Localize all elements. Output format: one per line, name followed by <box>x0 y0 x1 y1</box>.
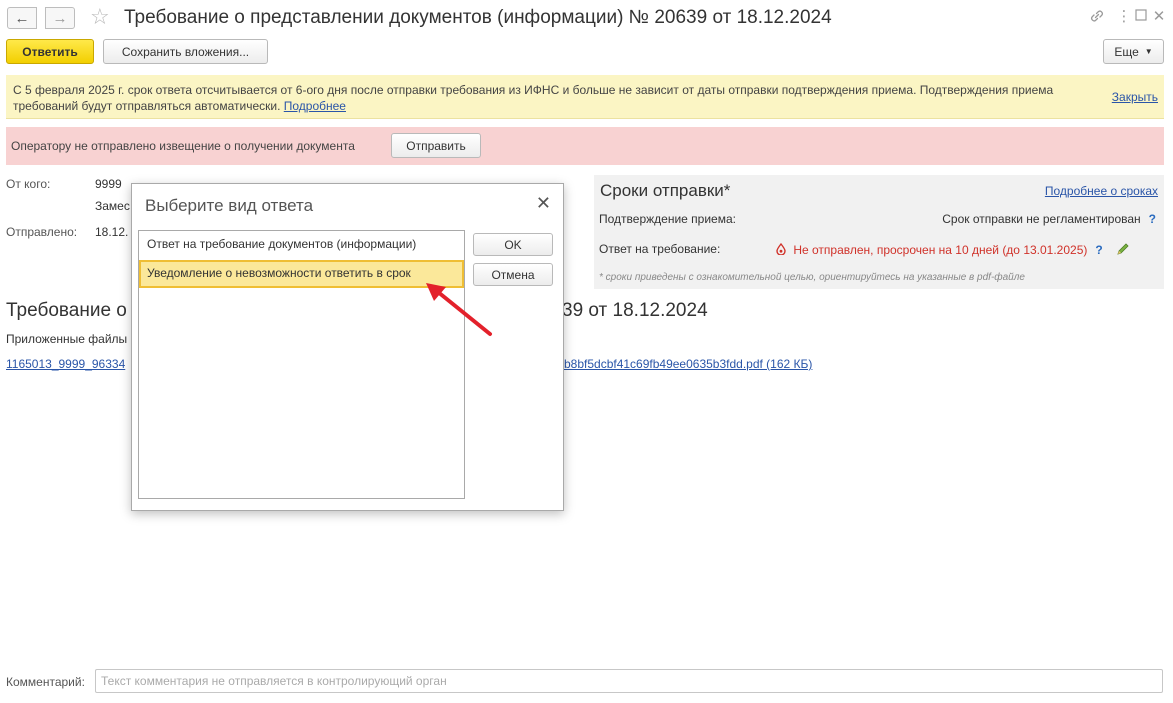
from-value-line2: Замес <box>95 199 130 213</box>
dialog-title: Выберите вид ответа <box>145 196 314 215</box>
forward-button[interactable]: → <box>45 7 75 29</box>
pencil-icon[interactable] <box>1116 243 1130 257</box>
sent-value: 18.12. <box>95 225 129 239</box>
reply-type-list[interactable]: Ответ на требование документов (информац… <box>138 230 465 499</box>
star-icon[interactable]: ☆ <box>90 5 110 29</box>
close-icon[interactable]: ✕ <box>536 193 551 214</box>
attachments-label: Приложенные файлы <box>6 332 128 346</box>
window-title: Требование о представлении документов (и… <box>124 7 832 28</box>
info-bar-close-link[interactable]: Закрыть <box>1112 90 1158 104</box>
confirm-value-row: Срок отправки не регламентирован? <box>942 212 1156 226</box>
confirm-label: Подтверждение приема: <box>599 212 736 226</box>
dialog-ok-button[interactable]: OK <box>473 233 553 256</box>
warning-text: Оператору не отправлено извещение о полу… <box>11 139 355 153</box>
choose-reply-type-dialog: Выберите вид ответа ✕ Ответ на требовани… <box>131 183 564 511</box>
title-bar: ← → ☆ Требование о представлении докумен… <box>0 0 1173 36</box>
more-button[interactable]: Еще ▼ <box>1103 39 1164 64</box>
reply-type-item-documents[interactable]: Ответ на требование документов (информац… <box>139 231 464 259</box>
info-bar-message: С 5 февраля 2025 г. срок ответа отсчитыв… <box>13 82 1098 114</box>
link-icon[interactable] <box>1088 8 1106 26</box>
drop-icon <box>776 242 789 257</box>
info-bar-text: С 5 февраля 2025 г. срок ответа отсчитыв… <box>13 83 1054 113</box>
more-vertical-icon[interactable]: ⋮ <box>1115 8 1133 26</box>
from-label: От кого: <box>6 177 51 191</box>
document-heading-tail: 39 от 18.12.2024 <box>562 300 708 321</box>
reply-button[interactable]: Ответить <box>6 39 94 64</box>
attached-file-link-tail[interactable]: b8bf5dcbf41c69fb49ee0635b3fdd.pdf (162 К… <box>564 357 812 371</box>
back-button[interactable]: ← <box>7 7 37 29</box>
confirm-value: Срок отправки не регламентирован <box>942 212 1141 226</box>
confirm-help-icon[interactable]: ? <box>1149 212 1156 226</box>
arrow-left-icon: ← <box>14 9 30 27</box>
comment-input[interactable]: Текст комментария не отправляется в конт… <box>95 669 1163 693</box>
answer-help-icon[interactable]: ? <box>1095 243 1102 257</box>
info-bar: С 5 февраля 2025 г. срок ответа отсчитыв… <box>6 75 1164 119</box>
answer-value-row: Не отправлен, просрочен на 10 дней (до 1… <box>776 242 1130 257</box>
maximize-icon[interactable] <box>1132 8 1150 26</box>
save-attachments-button[interactable]: Сохранить вложения... <box>103 39 268 64</box>
chevron-down-icon: ▼ <box>1144 47 1153 56</box>
from-value: 9999 <box>95 177 122 191</box>
deadlines-title: Сроки отправки* <box>600 181 731 200</box>
answer-value: Не отправлен, просрочен на 10 дней (до 1… <box>793 243 1088 257</box>
dialog-cancel-button[interactable]: Отмена <box>473 263 553 286</box>
deadlines-more-link[interactable]: Подробнее о сроках <box>1045 184 1158 198</box>
info-bar-more-link[interactable]: Подробнее <box>284 99 346 113</box>
answer-label: Ответ на требование: <box>599 242 721 256</box>
close-icon[interactable]: ✕ <box>1150 8 1168 26</box>
reply-type-item-impossibility-notice[interactable]: Уведомление о невозможности ответить в с… <box>139 260 464 288</box>
sent-label: Отправлено: <box>6 225 78 239</box>
deadlines-note: * сроки приведены с ознакомительной цель… <box>599 272 1025 283</box>
warning-bar: Оператору не отправлено извещение о полу… <box>6 127 1164 165</box>
document-heading: Требование о <box>6 300 127 321</box>
deadlines-panel: Сроки отправки* Подробнее о сроках Подтв… <box>594 175 1164 289</box>
more-button-label: Еще <box>1114 44 1139 59</box>
send-notice-button[interactable]: Отправить <box>391 133 481 158</box>
arrow-right-icon: → <box>52 9 68 27</box>
comment-label: Комментарий: <box>6 675 85 689</box>
attached-file-link[interactable]: 1165013_9999_96334 <box>6 357 125 371</box>
